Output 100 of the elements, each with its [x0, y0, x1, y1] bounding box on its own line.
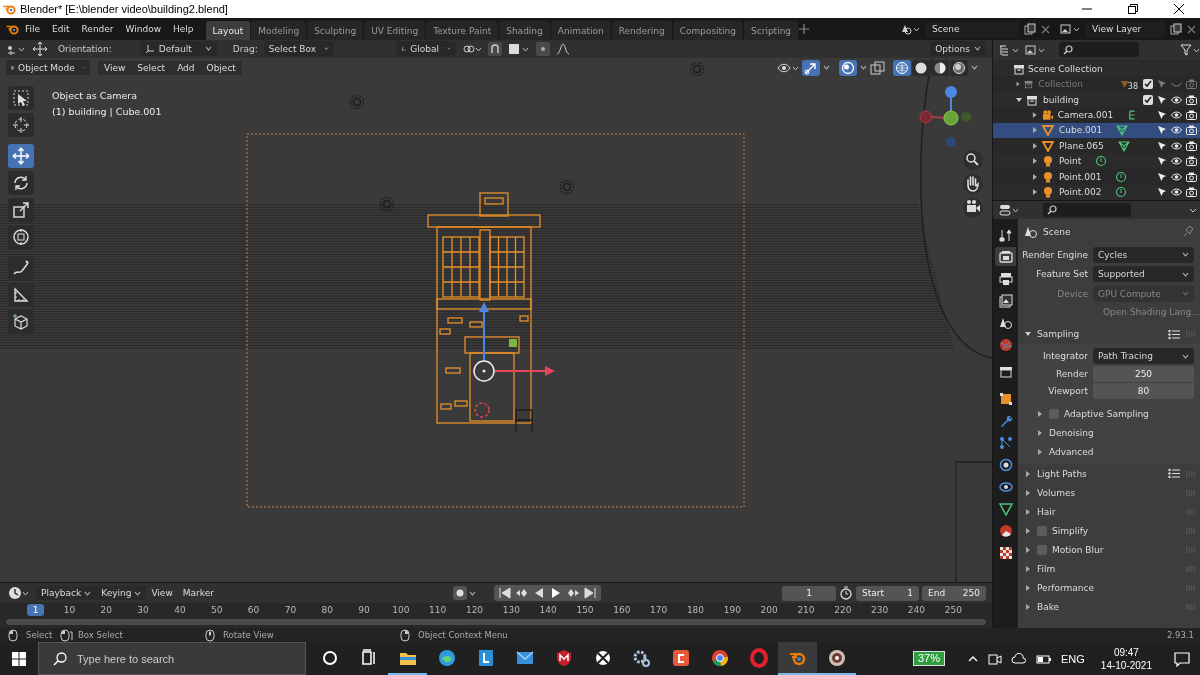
workspace-tab[interactable]: Compositing [672, 21, 744, 40]
workspace-tab[interactable]: Sculpting [307, 21, 364, 40]
outliner-label: Point.001 [1059, 171, 1102, 182]
menu-item[interactable]: Add [171, 60, 201, 75]
frame-number: 30 [136, 604, 150, 618]
scene-field[interactable]: Scene [925, 20, 1019, 38]
view-layer-field[interactable]: View Layer [1085, 20, 1165, 38]
panel-header[interactable]: Motion Blur [1018, 540, 1200, 559]
menu-item[interactable]: Playback [36, 586, 97, 601]
menu-item[interactable]: Select [131, 60, 172, 75]
frame-number: 120 [464, 604, 485, 618]
shortcut-hint: Rotate View [223, 630, 274, 640]
options-dropdown[interactable]: Options [930, 41, 986, 57]
subpanel-header[interactable]: Denoising [1018, 423, 1200, 442]
window-title: Blender* [E:\blender video\building2.blend] [20, 3, 228, 15]
number-field[interactable]: 250 [1093, 366, 1194, 383]
panel-title: Simplify [1052, 525, 1089, 536]
orientation-dropdown[interactable]: Default [139, 41, 217, 57]
frame-number: 90 [357, 604, 371, 618]
frame-number: 20 [99, 604, 113, 618]
workspace-tab[interactable]: Rendering [611, 21, 672, 40]
object-count: 38 [1127, 82, 1138, 92]
clock[interactable]: 09:47 14-10-2021 [1100, 645, 1152, 672]
frame-number: 100 [391, 604, 411, 618]
subpanel-header[interactable]: Advanced [1018, 442, 1200, 461]
frame-number: 70 [283, 604, 298, 618]
outliner-label: Collection [1038, 79, 1083, 90]
language-indicator[interactable]: ENG [1061, 652, 1085, 665]
view-name: Object as Camera [52, 89, 139, 101]
panel-header[interactable]: Simplify [1018, 521, 1200, 540]
dropdown[interactable]: Supported [1093, 266, 1194, 283]
field-label: Integrator [1041, 351, 1089, 362]
panel-header[interactable]: Hair [1018, 502, 1200, 521]
menu-item[interactable]: Marker [177, 586, 219, 601]
workspace-tab[interactable]: UV Editing [364, 21, 426, 40]
orientation-label: Orientation: [58, 44, 112, 54]
panel-header[interactable]: Light Paths [1018, 464, 1200, 483]
outliner-label: Scene Collection [1028, 63, 1103, 74]
checkbox-label: Open Shading Lang... [1103, 307, 1200, 317]
menu-item[interactable]: Keying [96, 586, 147, 601]
menu-item[interactable]: Object [200, 60, 242, 75]
battery-indicator: 37% [912, 651, 945, 666]
number-field[interactable]: 80 [1093, 383, 1194, 400]
outliner-row[interactable]: Plane.065 [993, 138, 1200, 154]
menu-item[interactable]: Edit [46, 24, 76, 34]
panel-header[interactable]: Film [1018, 559, 1200, 578]
frame-number: 60 [246, 604, 261, 618]
panel-header[interactable]: Volumes [1018, 483, 1200, 502]
frame-number: 180 [685, 604, 706, 618]
search-field[interactable]: Type here to search [38, 642, 306, 675]
outliner-label: Camera.001 [1057, 109, 1114, 120]
menu-item[interactable]: View [98, 60, 132, 75]
workspace-tab[interactable]: Texture Paint [426, 21, 499, 40]
menu-item[interactable]: Help [167, 24, 200, 34]
menu-item[interactable]: Render [75, 24, 120, 34]
playhead-frame[interactable]: 1 [27, 604, 44, 617]
frame-number: 50 [210, 604, 224, 618]
workspace-tab[interactable]: Modeling [251, 21, 307, 40]
panel-header[interactable]: Performance [1018, 578, 1200, 597]
workspace-tab[interactable]: Animation [550, 21, 611, 40]
outliner-row[interactable]: Camera.001 [993, 107, 1200, 123]
drag-dropdown[interactable]: Select Box [263, 41, 334, 57]
shortcut-hint: Object Context Menu [418, 630, 508, 640]
outliner-row[interactable]: Point.001 [993, 169, 1200, 185]
panel-header[interactable]: Bake [1018, 597, 1200, 616]
subpanel-title: Advanced [1049, 446, 1094, 457]
outliner-row[interactable]: Cube.001 [993, 122, 1200, 139]
context-label: Scene [1043, 227, 1071, 237]
frame-number: 150 [575, 604, 595, 618]
dropdown[interactable]: Path Tracing [1093, 348, 1194, 365]
frame-number: 230 [870, 604, 890, 618]
field-label: Feature Set [1035, 269, 1089, 280]
menu-item[interactable]: File [19, 24, 47, 34]
workspace-tab[interactable]: Scripting [744, 21, 799, 40]
search-placeholder: Type here to search [77, 652, 175, 665]
outliner-label: building [1043, 94, 1080, 105]
subpanel-title: Denoising [1049, 427, 1094, 438]
panel-title: Light Paths [1037, 468, 1087, 479]
frame-number: 110 [428, 604, 448, 618]
frame-number: 10 [62, 604, 77, 618]
end-frame-field[interactable]: End 250 [922, 585, 986, 601]
drag-label: Drag: [232, 44, 258, 54]
workspace-tab[interactable]: Layout [205, 21, 251, 40]
panel-title: Sampling [1037, 329, 1080, 339]
start-frame-field[interactable]: Start 1 [856, 585, 919, 601]
outliner-label: Plane.065 [1059, 140, 1104, 151]
mode-dropdown[interactable]: Object Mode [6, 60, 90, 76]
dropdown[interactable]: Cycles [1093, 246, 1194, 263]
menu-item[interactable]: Window [119, 24, 168, 34]
subpanel-header[interactable]: Adaptive Sampling [1018, 404, 1200, 423]
workspace-tab[interactable]: Shading [499, 21, 550, 40]
panel-title: Bake [1037, 601, 1060, 612]
current-frame-field[interactable]: 1 [782, 585, 836, 601]
frame-number: 190 [722, 604, 742, 618]
transform-orientation-dropdown[interactable]: Global [395, 41, 456, 57]
panel-title: Motion Blur [1052, 544, 1104, 555]
panel-title: Film [1037, 563, 1056, 574]
frame-number: 140 [538, 604, 558, 618]
menu-item[interactable]: View [146, 586, 178, 601]
field-label: Render Engine [1021, 249, 1089, 260]
